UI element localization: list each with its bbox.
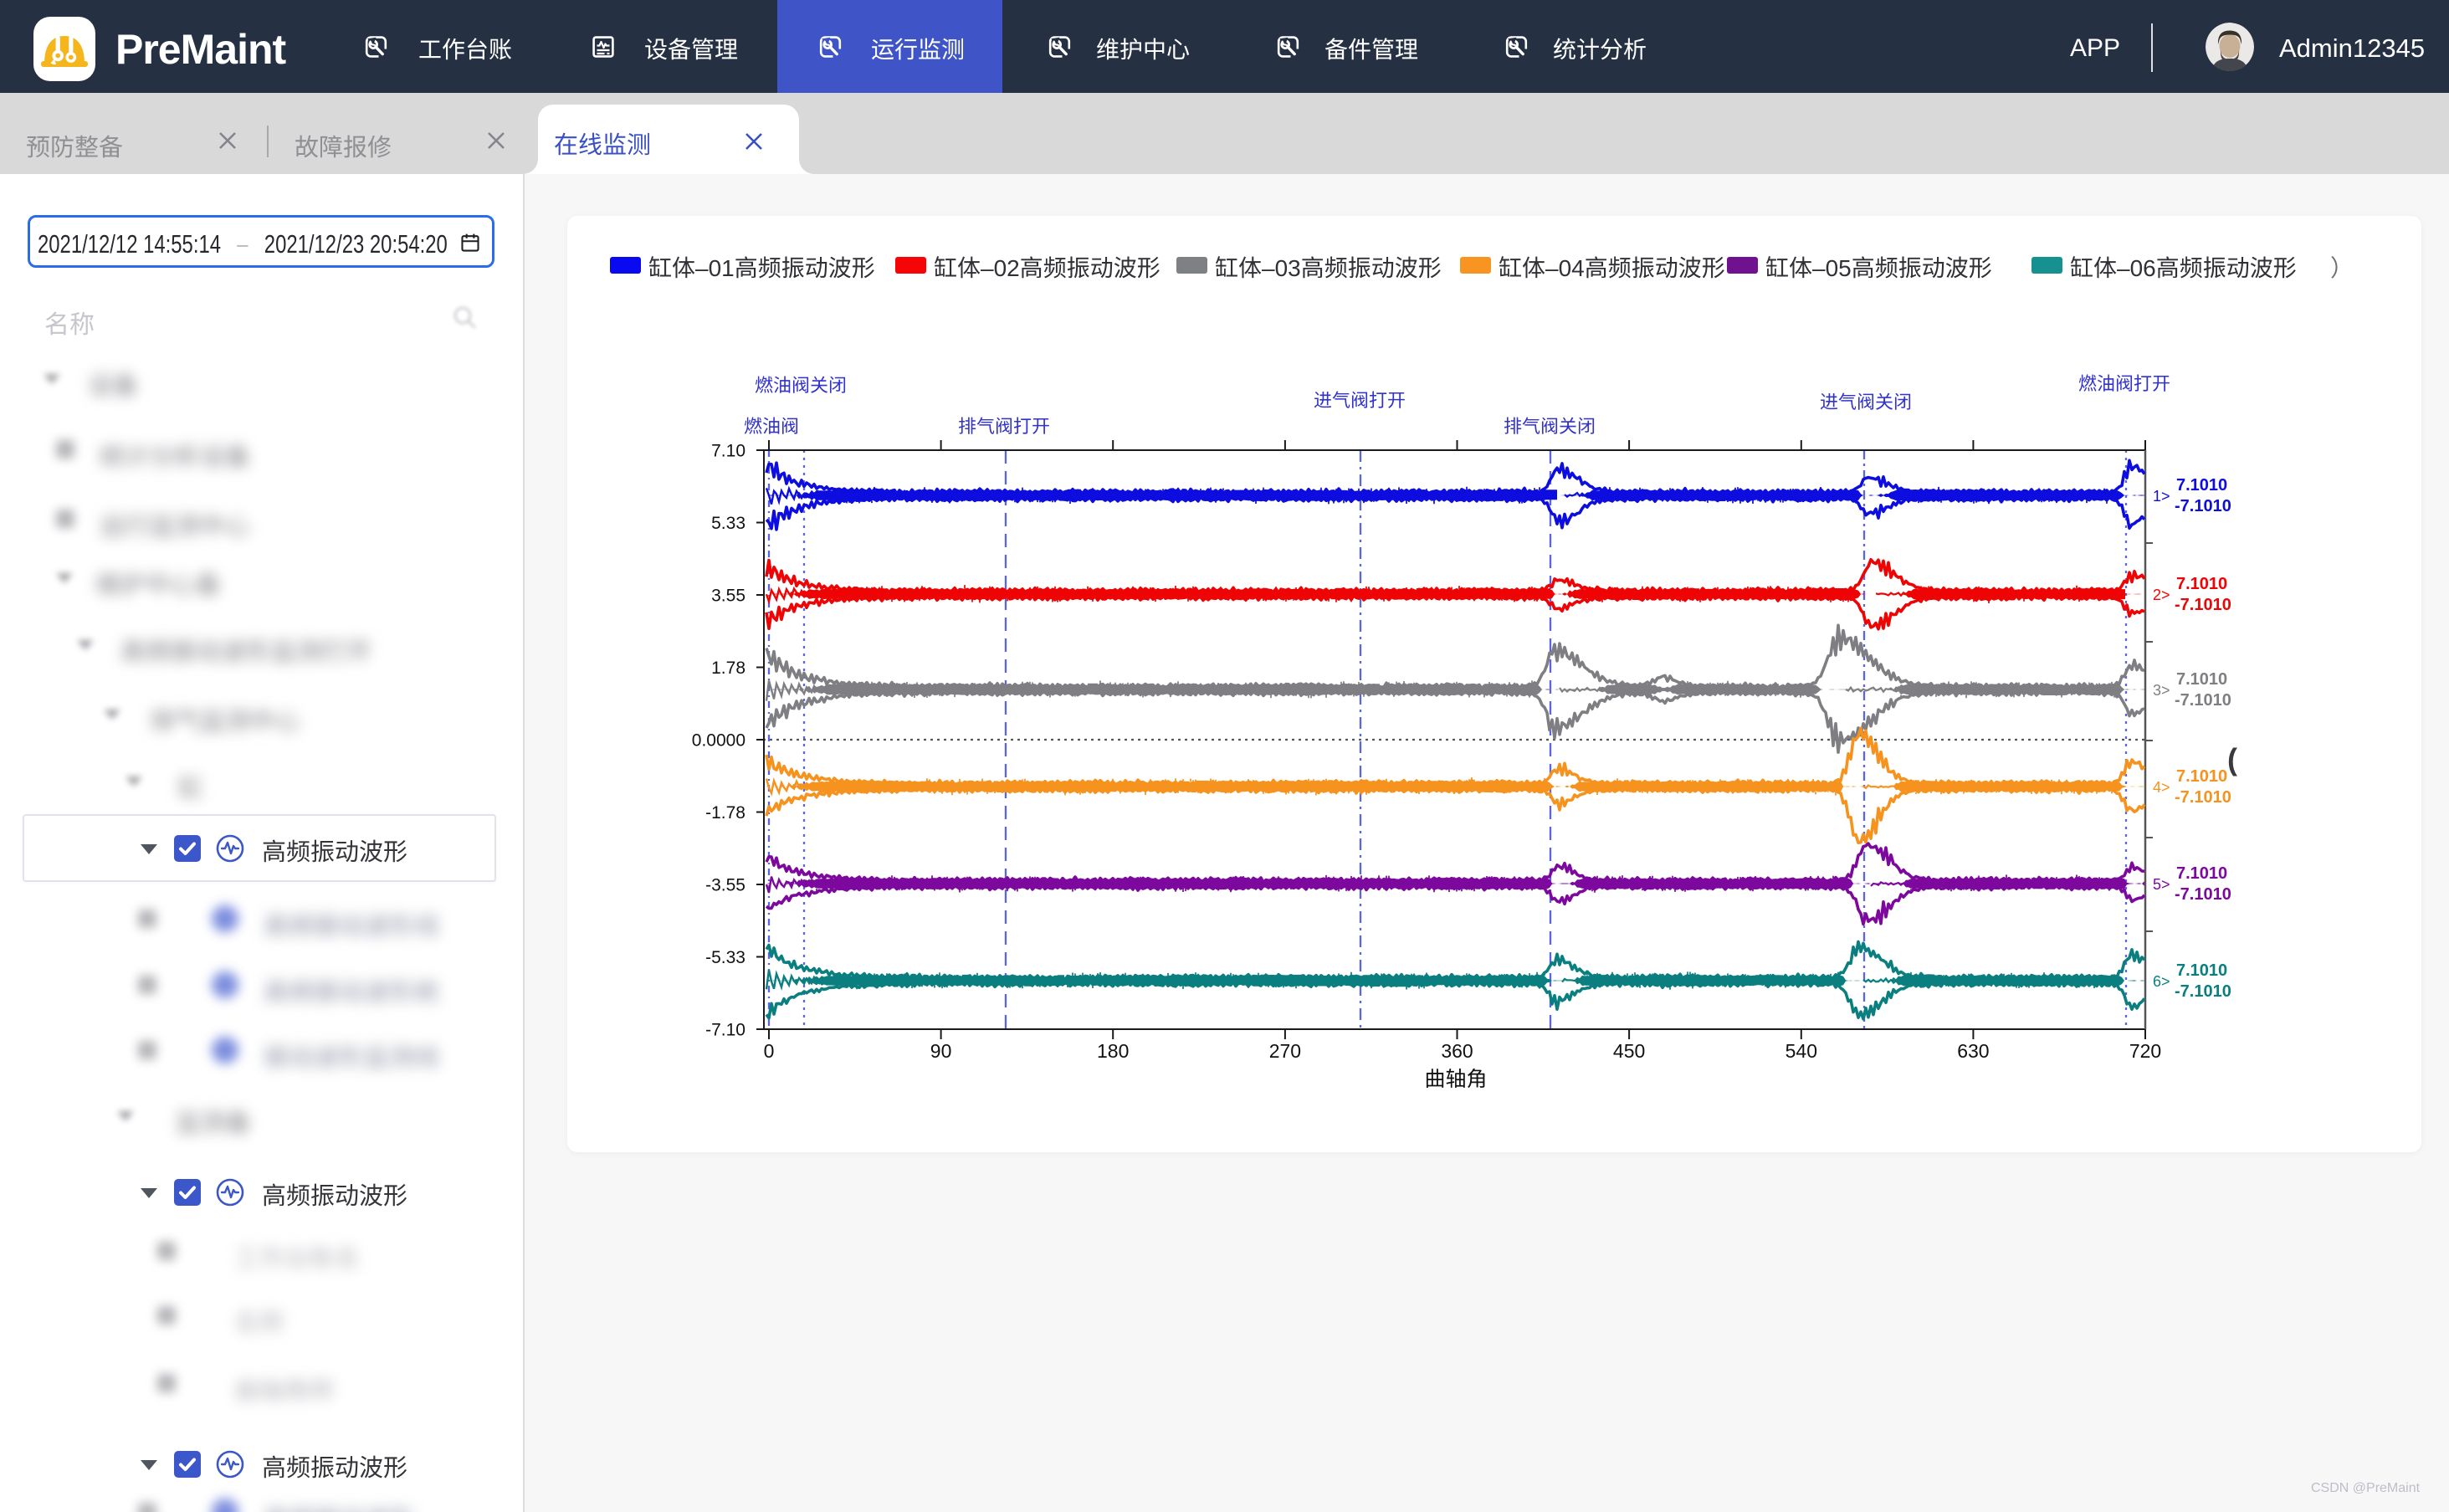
svg-text:7.1010: 7.1010 [2176,767,2227,786]
svg-text:燃油阀打开: 燃油阀打开 [2078,369,2170,396]
svg-text:2>: 2> [2153,587,2170,603]
svg-text:5.33: 5.33 [711,514,745,533]
svg-text:0.0000: 0.0000 [692,731,745,751]
svg-text:-3.55: -3.55 [705,876,745,895]
svg-text:1>: 1> [2153,488,2170,505]
svg-text:0: 0 [764,1040,775,1062]
svg-text:5>: 5> [2153,876,2170,893]
svg-text:720: 720 [2129,1040,2161,1062]
svg-text:进气阀关闭: 进气阀关闭 [1820,387,1912,414]
svg-text:7.1010: 7.1010 [2176,961,2227,980]
svg-text:630: 630 [1957,1040,1989,1062]
svg-text:4>: 4> [2153,779,2170,796]
svg-text:-7.1010: -7.1010 [2175,885,2231,904]
svg-text:7.1010: 7.1010 [2176,476,2227,495]
svg-text:(: ( [2227,742,2237,777]
svg-text:7.10: 7.10 [711,442,745,461]
svg-text:燃油阀关闭: 燃油阀关闭 [755,371,847,397]
svg-text:-7.1010: -7.1010 [2175,788,2231,807]
svg-text:燃油阀: 燃油阀 [744,412,799,438]
svg-text:7.1010: 7.1010 [2176,670,2227,689]
svg-text:3>: 3> [2153,682,2170,699]
svg-text:90: 90 [930,1040,952,1062]
svg-text:-7.1010: -7.1010 [2175,982,2231,1001]
svg-text:180: 180 [1097,1040,1129,1062]
svg-text:-7.1010: -7.1010 [2175,497,2231,515]
svg-text:3.55: 3.55 [711,587,745,606]
svg-text:540: 540 [1786,1040,1817,1062]
svg-text:6>: 6> [2153,973,2170,990]
svg-text:排气阀关闭: 排气阀关闭 [1504,412,1596,438]
svg-text:450: 450 [1613,1040,1645,1062]
svg-text:360: 360 [1441,1040,1473,1062]
svg-text:排气阀打开: 排气阀打开 [958,412,1050,438]
svg-text:-7.10: -7.10 [705,1021,745,1040]
svg-text:-5.33: -5.33 [705,948,745,967]
svg-text:-1.78: -1.78 [705,803,745,823]
svg-text:-7.1010: -7.1010 [2175,596,2231,614]
svg-text:270: 270 [1269,1040,1301,1062]
svg-text:-7.1010: -7.1010 [2175,691,2231,710]
svg-text:曲轴角: 曲轴角 [1424,1063,1487,1093]
svg-text:7.1010: 7.1010 [2176,575,2227,593]
svg-text:进气阀打开: 进气阀打开 [1314,386,1406,413]
svg-text:1.78: 1.78 [711,659,745,678]
svg-text:7.1010: 7.1010 [2176,864,2227,883]
